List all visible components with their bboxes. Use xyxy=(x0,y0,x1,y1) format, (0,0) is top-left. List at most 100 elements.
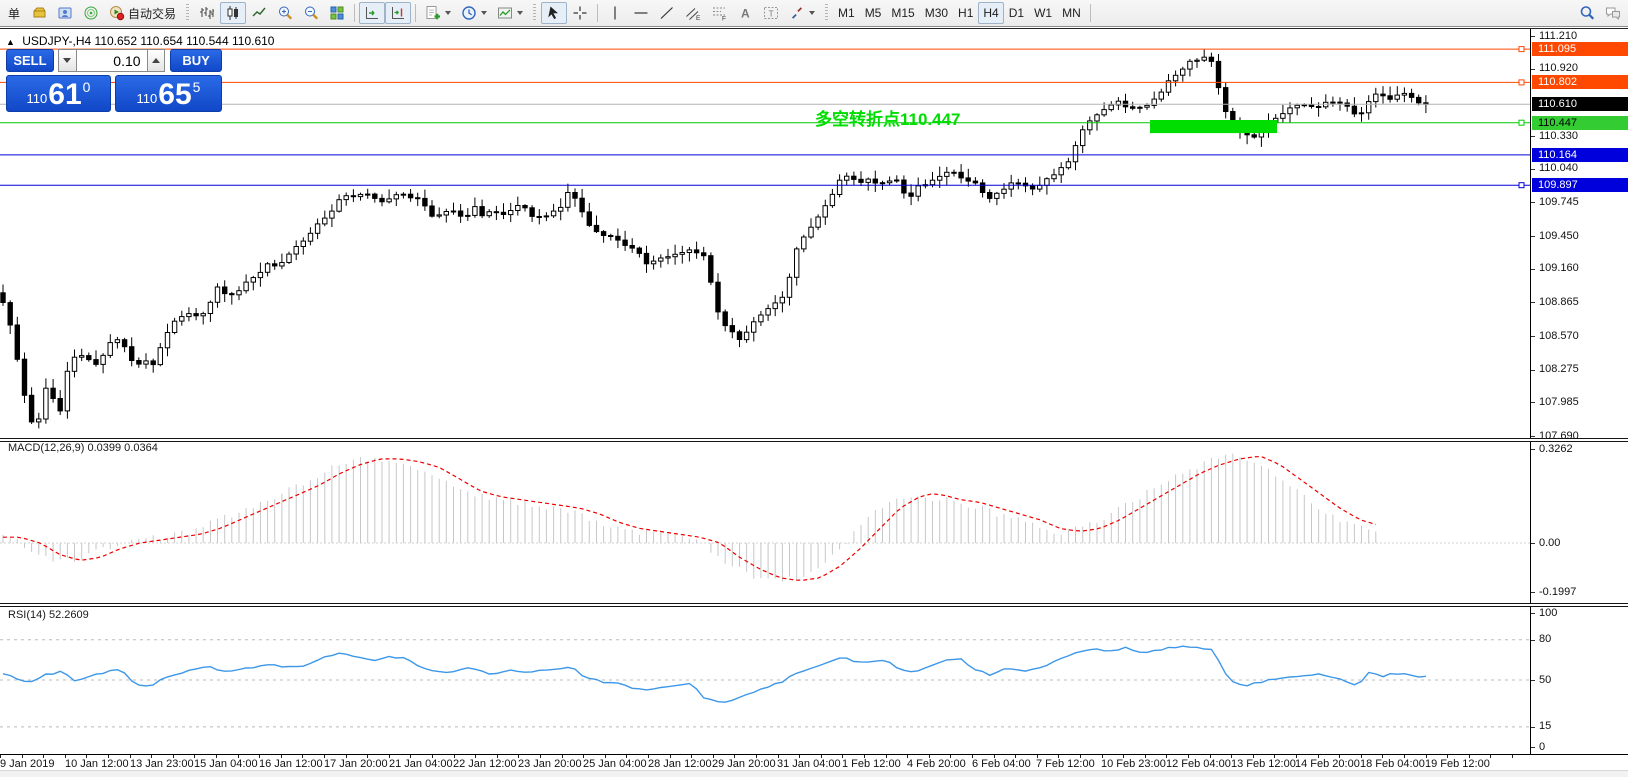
chart-shift-button[interactable] xyxy=(385,2,411,24)
pivot-annotation-text[interactable]: 多空转折点110.447 xyxy=(815,105,961,130)
tf-m30-button[interactable]: M30 xyxy=(920,2,953,24)
autotrading-button[interactable]: 自动交易 xyxy=(104,2,181,24)
dropdown-arrow-icon xyxy=(481,11,487,15)
tf-h1-button[interactable]: H1 xyxy=(953,2,978,24)
tile-windows-button[interactable] xyxy=(324,2,350,24)
channel-icon: E xyxy=(685,5,701,21)
price-axis-tick xyxy=(1531,269,1535,270)
mt4-terminal: { "toolbar": { "items": [ {"name":"new-o… xyxy=(0,0,1628,776)
macd-axis-label: 0.3262 xyxy=(1539,443,1573,455)
cursor-icon xyxy=(546,5,562,21)
tf-m1-button[interactable]: M1 xyxy=(833,2,860,24)
time-axis-label: 21 Jan 04:00 xyxy=(389,758,453,770)
sell-price-display[interactable]: 110 61 0 xyxy=(6,75,111,112)
tf-m15-button[interactable]: M15 xyxy=(886,2,919,24)
tf-h4-button[interactable]: H4 xyxy=(978,2,1003,24)
price-axis-label: 110.040 xyxy=(1539,162,1578,174)
tf-w1-button[interactable]: W1 xyxy=(1029,2,1057,24)
rsi-indicator-label: RSI(14) 52.2609 xyxy=(8,609,89,621)
candlestick-chart-button[interactable] xyxy=(220,2,246,24)
horizontal-line-button[interactable] xyxy=(628,2,654,24)
macd-axis-label: 0.00 xyxy=(1539,537,1560,549)
price-axis[interactable]: 111.210110.920110.330110.040109.745109.4… xyxy=(1530,29,1628,754)
tf-mn-button[interactable]: MN xyxy=(1057,2,1086,24)
chart-symbol-period: USDJPY-,H4 xyxy=(22,34,91,48)
cursor-button[interactable] xyxy=(541,2,567,24)
tile-windows-icon xyxy=(329,5,345,21)
triangle-down-icon xyxy=(63,58,71,63)
vertical-line-button[interactable] xyxy=(602,2,628,24)
text-button[interactable]: A xyxy=(732,2,758,24)
price-axis-label: 110.920 xyxy=(1539,62,1578,74)
time-axis-label: 22 Jan 12:00 xyxy=(453,758,517,770)
fibonacci-button[interactable]: F xyxy=(706,2,732,24)
tf-d1-button[interactable]: D1 xyxy=(1004,2,1029,24)
time-axis-label: 13 Feb 12:00 xyxy=(1231,758,1296,770)
history-icon[interactable] xyxy=(26,2,52,24)
zoom-out-icon xyxy=(303,5,319,21)
svg-text:E: E xyxy=(696,15,701,21)
panel-divider-main-macd[interactable] xyxy=(0,438,1628,442)
templates-icon xyxy=(497,5,513,21)
time-axis-label: 29 Jan 20:00 xyxy=(712,758,776,770)
arrows-button[interactable] xyxy=(784,2,820,24)
price-axis-tick xyxy=(1531,436,1535,437)
buy-price-display[interactable]: 110 65 5 xyxy=(115,75,222,112)
toolbar-grip xyxy=(825,4,828,22)
toolbar-separator xyxy=(1090,4,1091,22)
tf-m5-button-label: M5 xyxy=(865,6,882,20)
toolbar-separator xyxy=(597,4,598,22)
buy-button[interactable]: BUY xyxy=(170,49,222,72)
signals-icon[interactable] xyxy=(78,2,104,24)
time-axis-label: 28 Jan 12:00 xyxy=(648,758,712,770)
toolbar-grip xyxy=(533,4,536,22)
auto-scroll-button[interactable] xyxy=(359,2,385,24)
buy-price-main: 65 xyxy=(158,81,191,109)
zoom-in-button[interactable] xyxy=(272,2,298,24)
channel-button[interactable]: E xyxy=(680,2,706,24)
volume-input[interactable] xyxy=(77,49,147,72)
templates-button[interactable] xyxy=(492,2,528,24)
rsi-axis-label: 15 xyxy=(1539,720,1551,732)
rsi-axis-label: 100 xyxy=(1539,607,1557,619)
sell-button[interactable]: SELL xyxy=(6,49,54,72)
line-chart-button[interactable] xyxy=(246,2,272,24)
price-level-label: 110.447 xyxy=(1532,116,1628,130)
time-axis-label: 23 Jan 20:00 xyxy=(518,758,582,770)
horizontal-line-icon xyxy=(633,5,649,21)
buy-price-pip: 5 xyxy=(193,79,201,95)
time-axis-label: 16 Jan 12:00 xyxy=(259,758,323,770)
time-axis-label: 17 Jan 20:00 xyxy=(324,758,388,770)
volume-increase-button[interactable] xyxy=(147,49,166,72)
time-axis-label: 1 Feb 12:00 xyxy=(842,758,901,770)
one-click-trading-panel: SELL BUY 110 61 0 110 65 5 xyxy=(6,49,222,112)
bar-chart-button[interactable] xyxy=(194,2,220,24)
signals-icon-icon xyxy=(83,5,99,21)
price-level-label: 110.802 xyxy=(1532,75,1628,89)
price-axis-label: 108.865 xyxy=(1539,296,1579,308)
metaeditor-icon[interactable] xyxy=(52,2,78,24)
trendline-button[interactable] xyxy=(654,2,680,24)
arrows-icon xyxy=(789,5,805,21)
main-toolbar: 单 自动交易 E FAT M1 M5 M15M30H1H4D1W1MN xyxy=(0,0,1628,27)
label-button[interactable]: T xyxy=(758,2,784,24)
crosshair-button[interactable] xyxy=(567,2,593,24)
chart-shift-icon xyxy=(390,5,406,21)
chart-canvas[interactable] xyxy=(0,29,1530,754)
fibonacci-icon: F xyxy=(711,5,727,21)
panel-divider-macd-rsi[interactable] xyxy=(0,603,1628,607)
time-axis[interactable]: 9 Jan 201910 Jan 12:0013 Jan 23:0015 Jan… xyxy=(0,754,1628,770)
search-icon-icon xyxy=(1579,5,1595,21)
history-icon-icon xyxy=(31,5,47,21)
symbol-arrow-icon: ▲ xyxy=(6,37,15,47)
time-axis-label: 12 Feb 04:00 xyxy=(1166,758,1231,770)
rsi-axis-label: 0 xyxy=(1539,741,1545,753)
tf-m5-button[interactable]: M5 xyxy=(860,2,887,24)
volume-decrease-button[interactable] xyxy=(58,49,77,72)
periods-button[interactable] xyxy=(456,2,492,24)
new-order-button[interactable]: 单 xyxy=(2,2,26,24)
chat-icon-button[interactable] xyxy=(1600,2,1626,24)
zoom-out-button[interactable] xyxy=(298,2,324,24)
indicators-button[interactable] xyxy=(420,2,456,24)
search-icon-button[interactable] xyxy=(1574,2,1600,24)
